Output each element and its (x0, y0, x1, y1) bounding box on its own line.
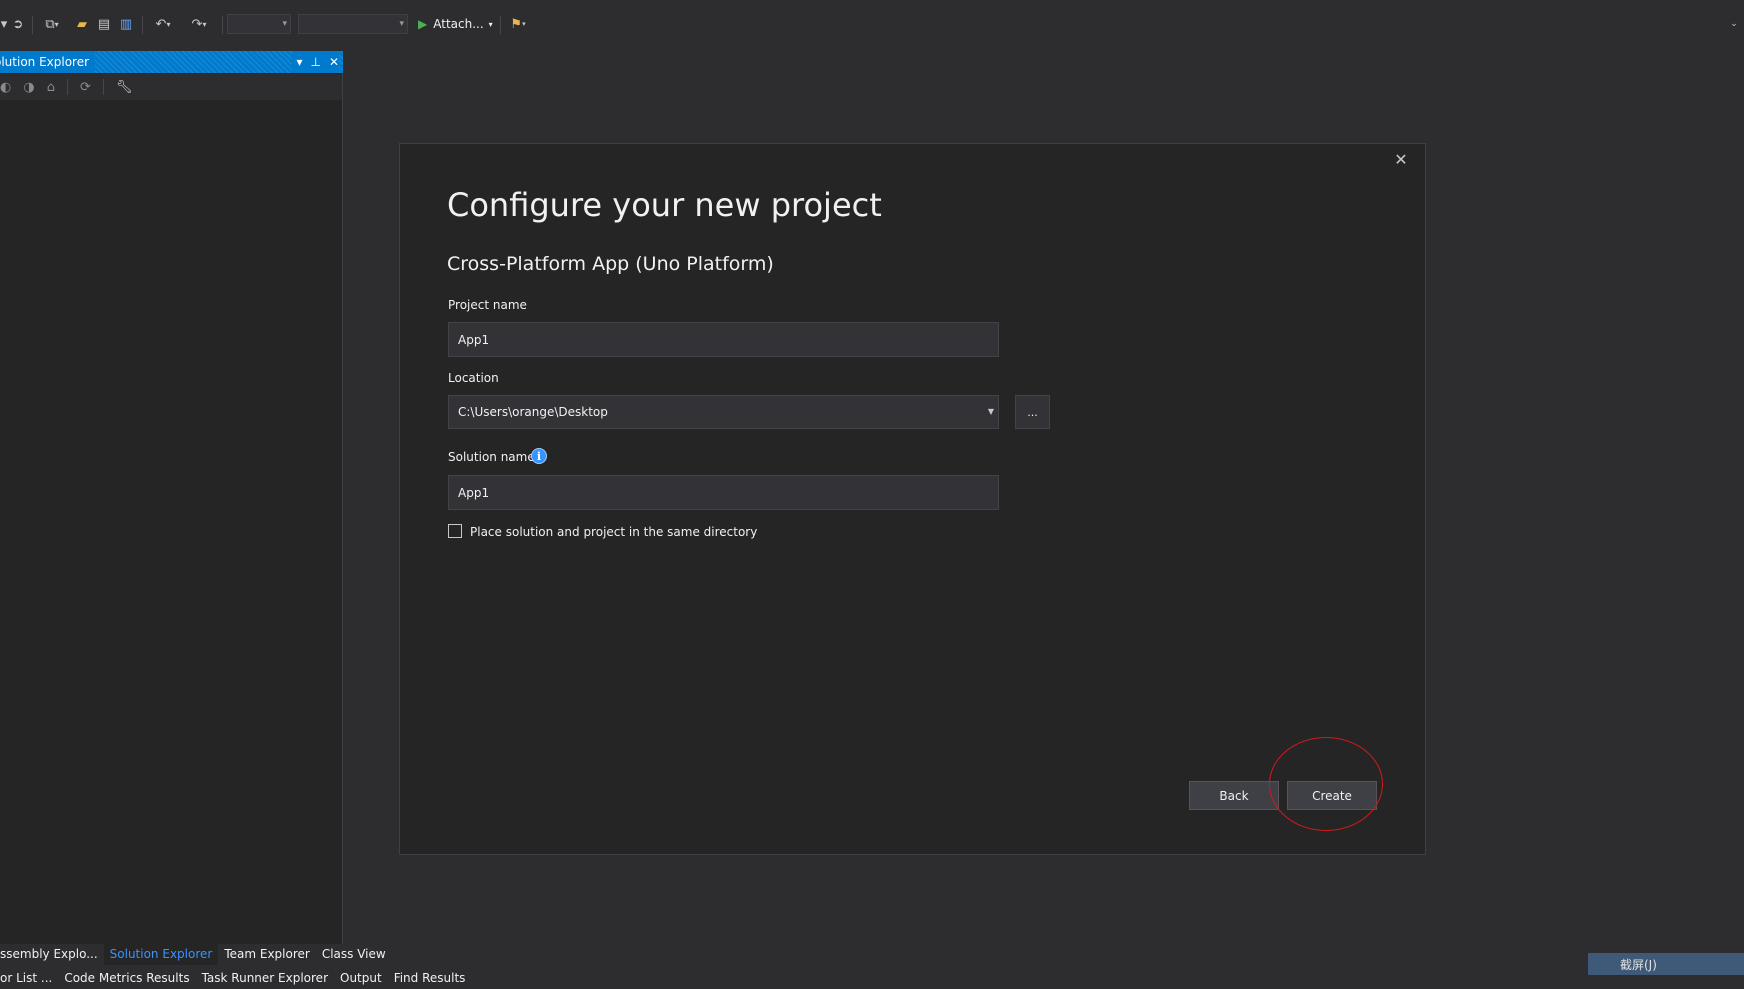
pin-icon[interactable]: ⊥ (310, 55, 320, 69)
solution-explorer-toolbar: ◐ ◑ ⌂ ⟳ 🔧︎ (0, 74, 342, 100)
template-name: Cross-Platform App (Uno Platform) (447, 253, 774, 275)
solution-name-label: Solution name (448, 450, 535, 464)
start-debug-icon: ▶ (418, 17, 428, 31)
solution-name-input[interactable]: App1 (448, 475, 999, 510)
sync-icon[interactable]: ⟳ (80, 80, 91, 95)
tab-assembly-explorer[interactable]: ssembly Explo... (0, 943, 104, 965)
toolbar-separator (500, 16, 501, 34)
solution-explorer-panel (0, 51, 343, 944)
tab-output[interactable]: Output (334, 967, 388, 989)
tool-window-tabs: ssembly Explo... Solution Explorer Team … (0, 943, 392, 965)
home-icon[interactable]: ⌂ (47, 80, 55, 95)
back-icon[interactable]: ◐ (0, 80, 11, 95)
toolbar-separator (222, 16, 223, 34)
solution-explorer-titlebar[interactable]: olution Explorer ▾ ⊥ ✕ (0, 51, 343, 73)
page-title: Configure your new project (447, 186, 882, 224)
save-all-icon[interactable]: ▥ (118, 14, 134, 34)
same-directory-label: Place solution and project in the same d… (470, 525, 758, 539)
new-project-icon[interactable]: ⧉ ▾ (40, 14, 64, 34)
location-combo[interactable]: C:\Users\orange\Desktop ▼ (448, 395, 999, 429)
properties-wrench-icon[interactable]: 🔧︎ (116, 80, 133, 95)
tab-team-explorer[interactable]: Team Explorer (218, 943, 316, 965)
location-label: Location (448, 371, 499, 385)
feedback-icon[interactable]: ⚑ ▾ (505, 14, 531, 34)
tab-task-runner-explorer[interactable]: Task Runner Explorer (196, 967, 334, 989)
toolbar-separator (142, 16, 143, 34)
back-button[interactable]: Back (1189, 781, 1279, 810)
tab-code-metrics-results[interactable]: Code Metrics Results (58, 967, 195, 989)
main-toolbar: ▾ ➲ ⧉ ▾ ▰ ▤ ▥ ↶ ▾ ↷ ▾ ▾ ▾ ▶ Attach... ▾ ⚑ ▾ … (0, 0, 1744, 48)
screenshot-button[interactable]: 截屏(J) (1588, 953, 1744, 975)
toolbar-separator (66, 79, 68, 95)
solution-config-combo[interactable]: ▾ (227, 14, 291, 34)
tab-solution-explorer[interactable]: Solution Explorer (103, 943, 219, 965)
chevron-down-icon[interactable]: ▼ (988, 407, 994, 416)
close-icon[interactable]: ✕ (1390, 148, 1412, 170)
window-position-icon[interactable]: ▾ (296, 55, 302, 69)
undo-icon[interactable]: ↶ ▾ (148, 14, 178, 34)
location-value: C:\Users\orange\Desktop (458, 405, 608, 419)
solution-platform-combo[interactable]: ▾ (298, 14, 408, 34)
panel-title-controls: ▾ ⊥ ✕ (292, 51, 339, 73)
save-icon[interactable]: ▤ (96, 14, 112, 34)
same-directory-checkbox[interactable] (448, 524, 462, 538)
back-nav-icon[interactable]: ▾ (0, 14, 8, 34)
project-name-label: Project name (448, 298, 527, 312)
attach-button[interactable]: ▶ Attach... ▾ (418, 14, 493, 34)
open-folder-icon[interactable]: ▰ (74, 14, 90, 34)
browse-button[interactable]: ... (1015, 395, 1050, 429)
project-name-input[interactable]: App1 (448, 322, 999, 357)
redo-icon[interactable]: ↷ ▾ (184, 14, 214, 34)
tab-class-view[interactable]: Class View (316, 943, 392, 965)
chevron-down-icon[interactable]: ⌄ (1726, 14, 1742, 34)
forward-nav-icon[interactable]: ➲ (10, 14, 26, 34)
output-window-tabs: or List ... Code Metrics Results Task Ru… (0, 967, 471, 989)
panel-title: olution Explorer (0, 51, 96, 73)
info-icon[interactable]: i (531, 448, 547, 464)
forward-icon[interactable]: ◑ (23, 80, 34, 95)
close-icon[interactable]: ✕ (329, 55, 339, 69)
attach-label: Attach... (433, 17, 484, 31)
tab-find-results[interactable]: Find Results (388, 967, 472, 989)
toolbar-separator (102, 79, 104, 95)
tab-error-list[interactable]: or List ... (0, 967, 58, 989)
toolbar-separator (32, 16, 33, 34)
create-button[interactable]: Create (1287, 781, 1377, 810)
chevron-down-icon: ▾ (488, 19, 493, 29)
